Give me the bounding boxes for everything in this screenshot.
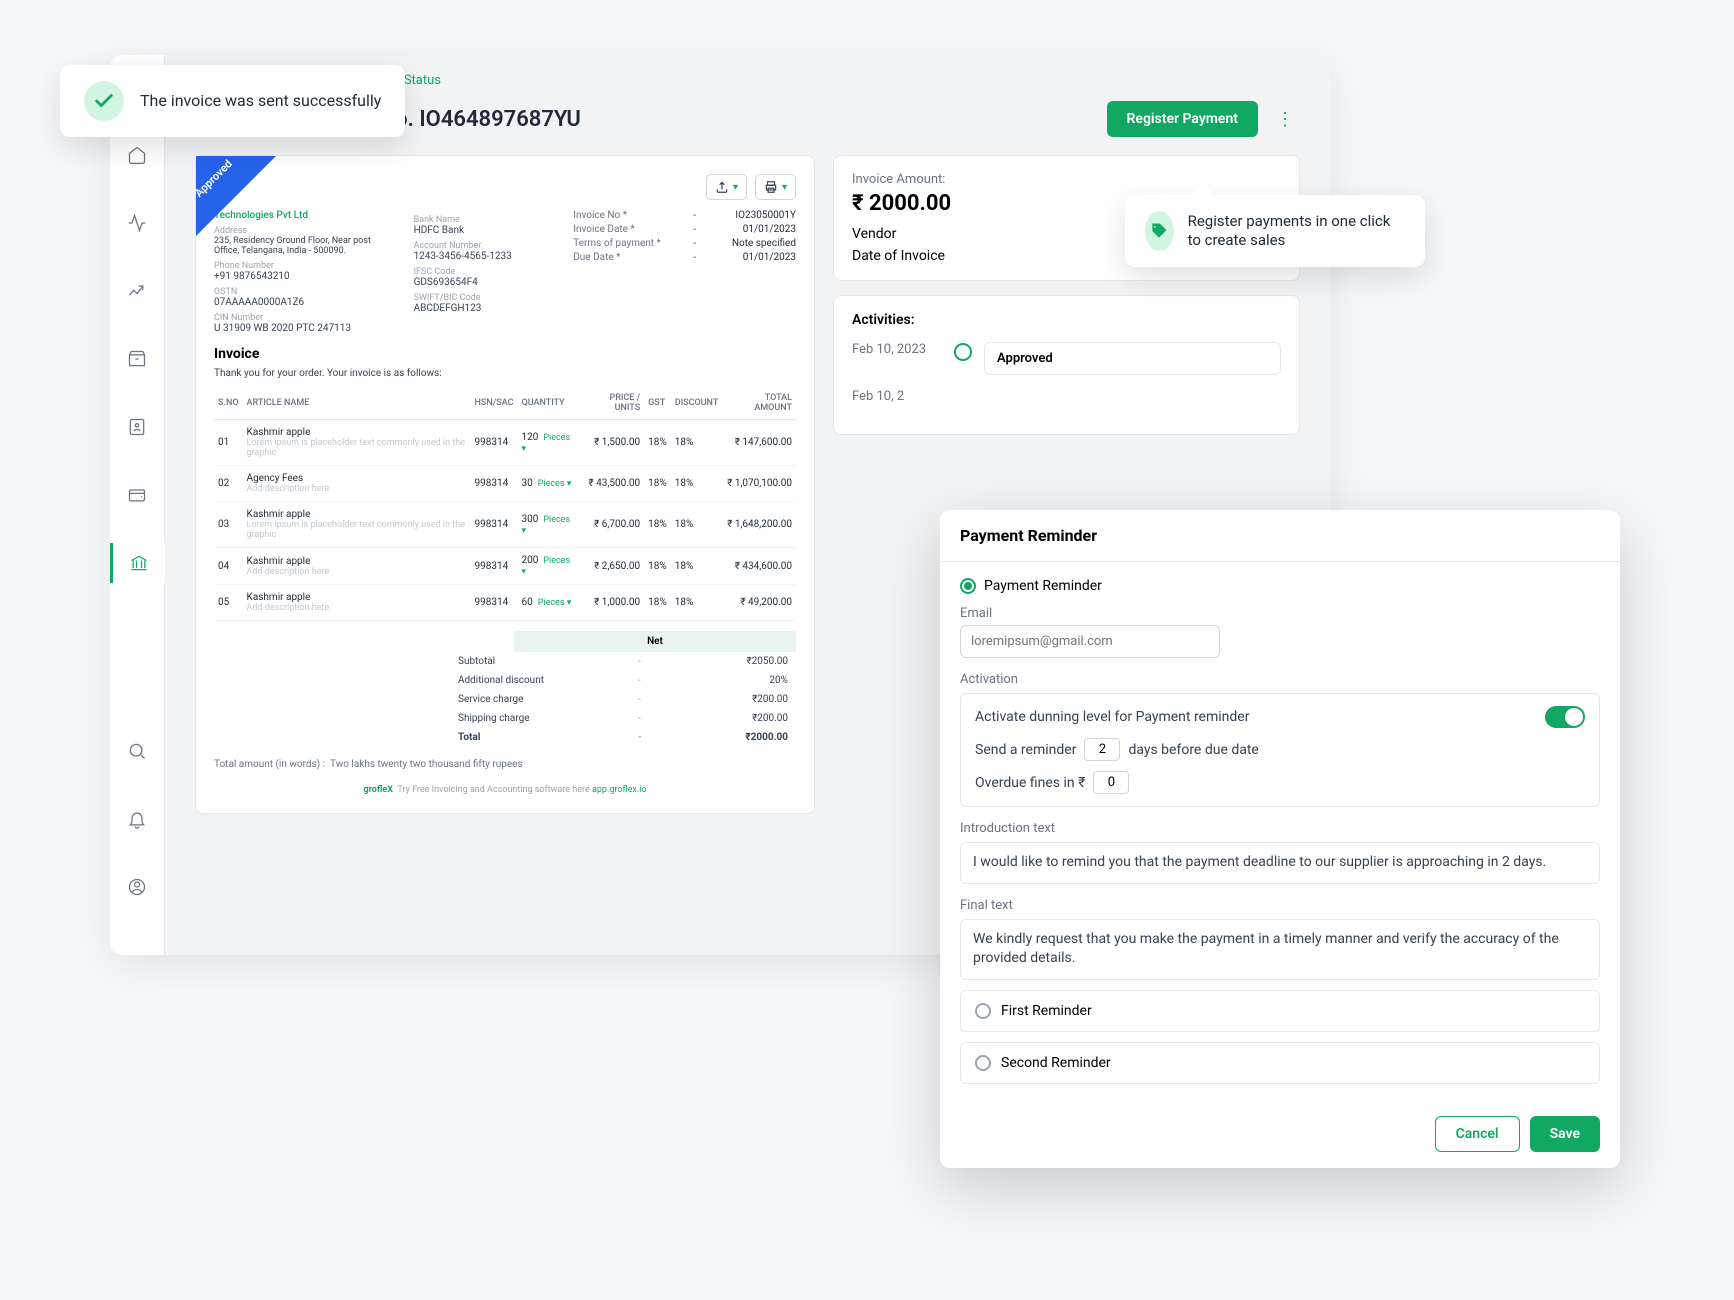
wallet-icon: [127, 485, 147, 505]
activities-card: Activities: Feb 10, 2023 Approved Feb 10…: [833, 295, 1300, 435]
user-icon: [127, 877, 147, 897]
radio-first-reminder[interactable]: First Reminder: [960, 990, 1600, 1032]
reminder-days-input[interactable]: [1084, 738, 1120, 761]
nav-profile[interactable]: [110, 867, 165, 907]
table-row: 05Kashmir appleAdd description here99831…: [214, 585, 796, 621]
payment-reminder-modal: Payment Reminder Payment Reminder Email …: [940, 510, 1620, 1168]
home-icon: [127, 145, 147, 165]
chevron-down-icon: ▾: [782, 182, 787, 193]
box-icon: [127, 349, 147, 369]
bank-icon: [129, 553, 149, 573]
chart-icon: [127, 281, 147, 301]
final-text-input[interactable]: We kindly request that you make the paym…: [960, 919, 1600, 980]
more-menu-button[interactable]: ⋮: [1270, 101, 1300, 137]
invoice-preview-card: Approved ▾ ▾ Technologies Pvt Ltd Addres…: [195, 155, 815, 814]
check-icon: [84, 81, 124, 121]
chevron-down-icon: ▾: [733, 182, 738, 193]
success-toast: The invoice was sent successfully: [60, 65, 405, 137]
invoice-table: S.NO ARTICLE NAME HSN/SAC QUANTITY PRICE…: [214, 387, 796, 621]
radio-icon: [975, 1003, 991, 1019]
approved-ribbon: Approved: [196, 156, 276, 236]
overdue-fines-input[interactable]: [1093, 771, 1129, 794]
nav-search[interactable]: [110, 731, 165, 771]
nav-wallet[interactable]: [110, 475, 165, 515]
radio-payment-reminder[interactable]: Payment Reminder: [960, 578, 1600, 594]
table-row: 03Kashmir appleLorem ipsum is placeholde…: [214, 502, 796, 548]
share-button[interactable]: ▾: [706, 174, 747, 200]
print-button[interactable]: ▾: [755, 174, 796, 200]
radio-second-reminder[interactable]: Second Reminder: [960, 1042, 1600, 1084]
save-button[interactable]: Save: [1530, 1116, 1600, 1152]
print-icon: [764, 180, 778, 194]
nav-home[interactable]: [110, 135, 165, 175]
tip-message: Register payments in one click to create…: [1188, 212, 1405, 251]
invoice-heading: Invoice: [214, 346, 796, 362]
activity-icon: [127, 213, 147, 233]
sidebar: [110, 55, 165, 955]
contacts-icon: [127, 417, 147, 437]
timeline-dot-icon: [954, 343, 972, 361]
nav-contacts[interactable]: [110, 407, 165, 447]
activity-item: Feb 10, 2023 Approved: [852, 342, 1281, 375]
cancel-button[interactable]: Cancel: [1435, 1116, 1520, 1152]
nav-activity[interactable]: [110, 203, 165, 243]
footer-link[interactable]: app.groflex.io: [592, 785, 647, 795]
email-field[interactable]: [960, 625, 1220, 658]
table-row: 02Agency FeesAdd description here9983143…: [214, 466, 796, 502]
dunning-toggle[interactable]: [1545, 706, 1585, 728]
radio-icon: [975, 1055, 991, 1071]
toast-message: The invoice was sent successfully: [140, 91, 381, 112]
nav-bank[interactable]: [110, 543, 165, 583]
nav-notifications[interactable]: [110, 799, 165, 839]
search-icon: [127, 741, 147, 761]
intro-text-input[interactable]: I would like to remind you that the paym…: [960, 842, 1600, 884]
table-row: 04Kashmir appleAdd description here99831…: [214, 548, 796, 585]
radio-icon: [960, 578, 976, 594]
share-icon: [715, 180, 729, 194]
nav-inventory[interactable]: [110, 339, 165, 379]
tag-icon: [1145, 211, 1174, 251]
nav-reports[interactable]: [110, 271, 165, 311]
bell-icon: [127, 809, 147, 829]
register-tip: Register payments in one click to create…: [1125, 195, 1425, 267]
register-payment-button[interactable]: Register Payment: [1107, 101, 1258, 137]
table-row: 01Kashmir appleLorem ipsum is placeholde…: [214, 420, 796, 466]
activity-item: Feb 10, 2: [852, 389, 1281, 404]
modal-title: Payment Reminder: [940, 510, 1620, 562]
